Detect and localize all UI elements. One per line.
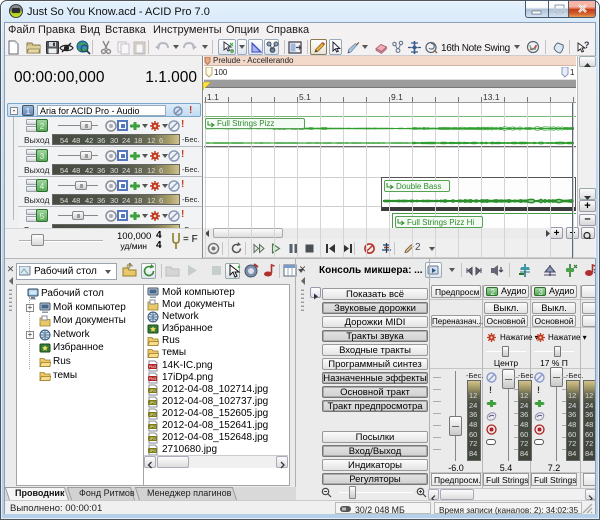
svg-text:JPG: JPG	[149, 389, 156, 393]
svg-text:?: ?	[584, 40, 590, 50]
svg-text:JPG: JPG	[149, 425, 156, 429]
svg-text:JPG: JPG	[149, 413, 156, 417]
svg-text:JPG: JPG	[149, 401, 156, 405]
svg-text:PNG: PNG	[149, 377, 157, 381]
svg-text:JPG: JPG	[149, 449, 156, 453]
svg-text:JPG: JPG	[149, 437, 156, 441]
svg-text:PNG: PNG	[149, 365, 157, 369]
